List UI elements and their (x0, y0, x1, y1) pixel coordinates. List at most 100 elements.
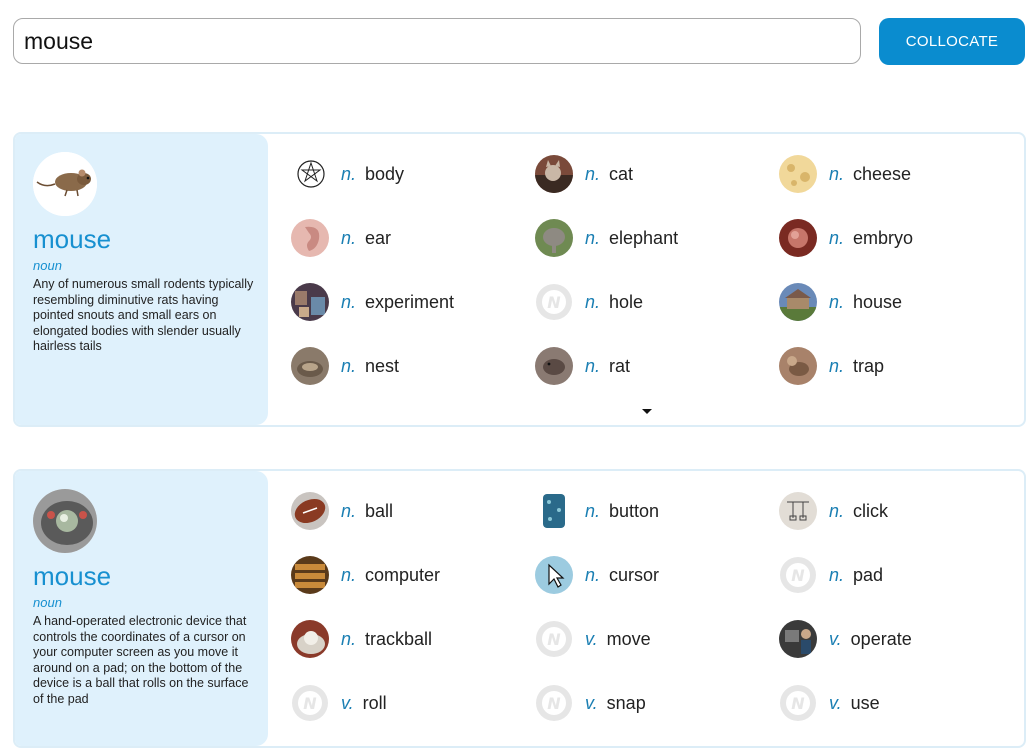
computer-photo-icon (291, 556, 329, 594)
cat-photo-icon (535, 155, 573, 193)
collocate-item[interactable]: N v. snap (535, 683, 646, 723)
collocate-pos: n. (829, 355, 845, 376)
collocate-item[interactable]: N n. hole (535, 282, 643, 322)
cheese-photo-icon (779, 155, 817, 193)
collocate-word: computer (365, 564, 441, 585)
pentagram-drawing-icon (291, 155, 329, 193)
collocate-item[interactable]: n. button (535, 491, 659, 531)
svg-text:N: N (547, 293, 561, 312)
collocate-word: snap (606, 692, 646, 713)
sense-definition: Any of numerous small rodents typically … (33, 277, 254, 353)
collocate-pos: n. (585, 355, 601, 376)
definition-panel: mouse noun Any of numerous small rodents… (15, 134, 268, 425)
collocate-pos: n. (829, 500, 845, 521)
collocate-pos: n. (829, 227, 845, 248)
collocate-word: rat (609, 355, 631, 376)
collocate-word: trap (853, 355, 885, 376)
collocate-word: elephant (609, 227, 679, 248)
trap-photo-icon (779, 347, 817, 385)
placeholder-n-icon: N (535, 620, 573, 658)
collocate-word: ball (365, 500, 394, 521)
embryo-photo-icon (779, 219, 817, 257)
collocate-item[interactable]: n. computer (291, 555, 440, 595)
collocate-pos: n. (585, 564, 601, 585)
definition-panel: mouse noun A hand-operated electronic de… (15, 471, 268, 746)
button-photo-icon (535, 492, 573, 530)
collocate-item[interactable]: n. trackball (291, 619, 432, 659)
sense-pos: noun (33, 258, 62, 273)
football-photo-icon (291, 492, 329, 530)
collocate-item[interactable]: n. body (291, 154, 404, 194)
svg-text:N: N (547, 630, 561, 649)
collocate-item[interactable]: n. cheese (779, 154, 911, 194)
ear-photo-icon (291, 219, 329, 257)
collocate-word: cursor (609, 564, 660, 585)
placeholder-n-icon: N (535, 283, 573, 321)
collocate-word: hole (609, 291, 644, 312)
collocate-item[interactable]: n. trap (779, 346, 884, 386)
collocate-item[interactable]: n. house (779, 282, 902, 322)
collocate-item[interactable]: n. nest (291, 346, 399, 386)
collocate-item[interactable]: n. rat (535, 346, 630, 386)
cursor-arrow-icon (535, 556, 573, 594)
collocate-word: embryo (853, 227, 914, 248)
operate-photo-icon (779, 620, 817, 658)
svg-text:N: N (547, 694, 561, 713)
collocate-word: trackball (365, 628, 433, 649)
collocate-pos: n. (341, 500, 357, 521)
computer-mouse-icon (33, 489, 97, 553)
collocate-word: operate (850, 628, 912, 649)
collocate-word: pad (853, 564, 884, 585)
collocate-item[interactable]: v. operate (779, 619, 912, 659)
collocate-item[interactable]: n. experiment (291, 282, 454, 322)
collocate-item[interactable]: N v. roll (291, 683, 387, 723)
collocate-pos: n. (341, 291, 357, 312)
collocate-pos: n. (829, 564, 845, 585)
placeholder-n-icon: N (779, 556, 817, 594)
collocate-pos: n. (341, 163, 357, 184)
collocate-word: experiment (365, 291, 455, 312)
nest-photo-icon (291, 347, 329, 385)
collocate-item[interactable]: n. cat (535, 154, 633, 194)
sense-card-2: mouse noun A hand-operated electronic de… (13, 469, 1026, 748)
collocate-item[interactable]: n. ear (291, 218, 391, 258)
collocate-item[interactable]: N n. pad (779, 555, 883, 595)
collocate-word: cat (609, 163, 634, 184)
collocate-pos: n. (585, 163, 601, 184)
caret-down-icon[interactable] (642, 409, 652, 414)
placeholder-n-icon: N (291, 684, 329, 722)
collocate-item[interactable]: n. ball (291, 491, 393, 531)
collocate-pos: v. (829, 628, 842, 649)
collocate-item[interactable]: N v. move (535, 619, 651, 659)
sense-word: mouse (33, 561, 112, 591)
search-input[interactable] (13, 18, 861, 64)
placeholder-n-icon: N (779, 684, 817, 722)
collocate-word: nest (365, 355, 400, 376)
collocate-pos: n. (341, 564, 357, 585)
collocate-pos: n. (585, 500, 601, 521)
click-diagram-icon (779, 492, 817, 530)
svg-text:N: N (791, 694, 805, 713)
collocate-pos: v. (829, 692, 842, 713)
collocate-word: move (606, 628, 651, 649)
collocate-pos: n. (585, 227, 601, 248)
collocate-item[interactable]: n. elephant (535, 218, 678, 258)
sense-card-1: mouse noun Any of numerous small rodents… (13, 132, 1026, 427)
collocate-word: click (853, 500, 889, 521)
collocate-item[interactable]: N v. use (779, 683, 880, 723)
collocate-pos: n. (829, 163, 845, 184)
svg-text:N: N (791, 566, 805, 585)
collocate-button[interactable]: COLLOCATE (879, 18, 1025, 65)
collocate-word: cheese (853, 163, 912, 184)
collocate-item[interactable]: n. embryo (779, 218, 913, 258)
mouse-animal-icon (33, 152, 97, 216)
collocate-pos: n. (585, 291, 601, 312)
sense-pos: noun (33, 595, 62, 610)
collocate-pos: n. (341, 227, 357, 248)
collocate-item[interactable]: n. cursor (535, 555, 659, 595)
collocate-pos: n. (341, 628, 357, 649)
collocate-word: body (365, 163, 405, 184)
collocate-item[interactable]: n. click (779, 491, 888, 531)
rat-photo-icon (535, 347, 573, 385)
collocate-pos: v. (585, 628, 598, 649)
